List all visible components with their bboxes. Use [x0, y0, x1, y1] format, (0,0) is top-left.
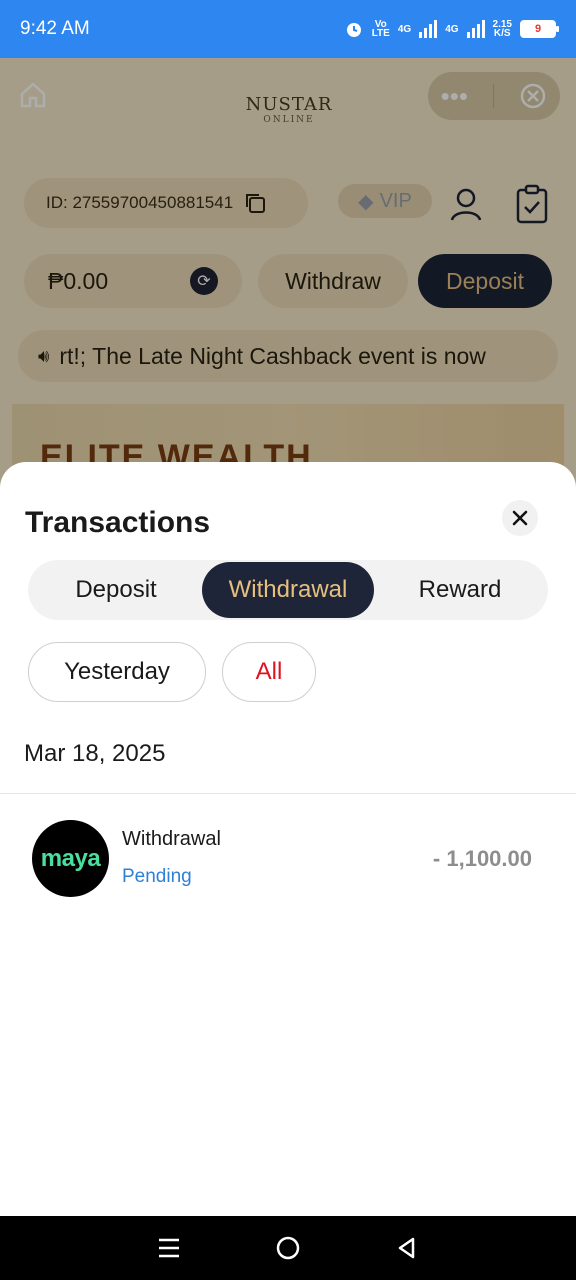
transactions-sheet: Transactions Deposit Withdrawal Reward Y… [0, 462, 576, 1216]
maya-logo: maya [32, 820, 109, 897]
status-icons: Vo LTE 4G 4G 2.15 K/S 9 [344, 19, 559, 39]
date-filter-chips: Yesterday All [28, 642, 316, 702]
tab-reward[interactable]: Reward [374, 562, 546, 618]
close-icon [512, 510, 528, 526]
filter-all[interactable]: All [222, 642, 316, 702]
transaction-type: Withdrawal [122, 828, 221, 850]
recents-icon[interactable] [157, 1236, 181, 1260]
battery-icon: 9 [520, 20, 559, 38]
system-nav-bar [0, 1216, 576, 1280]
battery-level: 9 [534, 23, 542, 35]
tab-withdrawal[interactable]: Withdrawal [202, 562, 374, 618]
status-time: 9:42 AM [20, 18, 90, 39]
tab-deposit[interactable]: Deposit [30, 562, 202, 618]
transaction-status: Pending [122, 866, 192, 887]
status-bar: 9:42 AM Vo LTE 4G 4G 2.15 K/S 9 [0, 0, 576, 58]
network-type-1: 4G [397, 23, 412, 35]
alarm-icon [346, 23, 361, 37]
sheet-title: Transactions [25, 506, 211, 539]
signal-icon-1 [419, 20, 438, 38]
home-nav-icon[interactable] [275, 1235, 301, 1261]
transaction-type-tabs: Deposit Withdrawal Reward [28, 560, 548, 620]
transaction-row[interactable]: maya Withdrawal Pending - 1,100.00 [0, 818, 576, 898]
signal-icon-2 [466, 20, 485, 38]
network-speed: 2.15 K/S [492, 19, 512, 39]
volte-indicator: Vo LTE [371, 19, 390, 39]
divider [0, 793, 576, 794]
network-type-2: 4G [445, 23, 459, 35]
back-icon[interactable] [395, 1236, 419, 1260]
close-button[interactable] [502, 500, 538, 536]
group-date: Mar 18, 2025 [24, 740, 166, 767]
filter-yesterday[interactable]: Yesterday [28, 642, 206, 702]
transaction-amount: - 1,100.00 [432, 846, 532, 871]
